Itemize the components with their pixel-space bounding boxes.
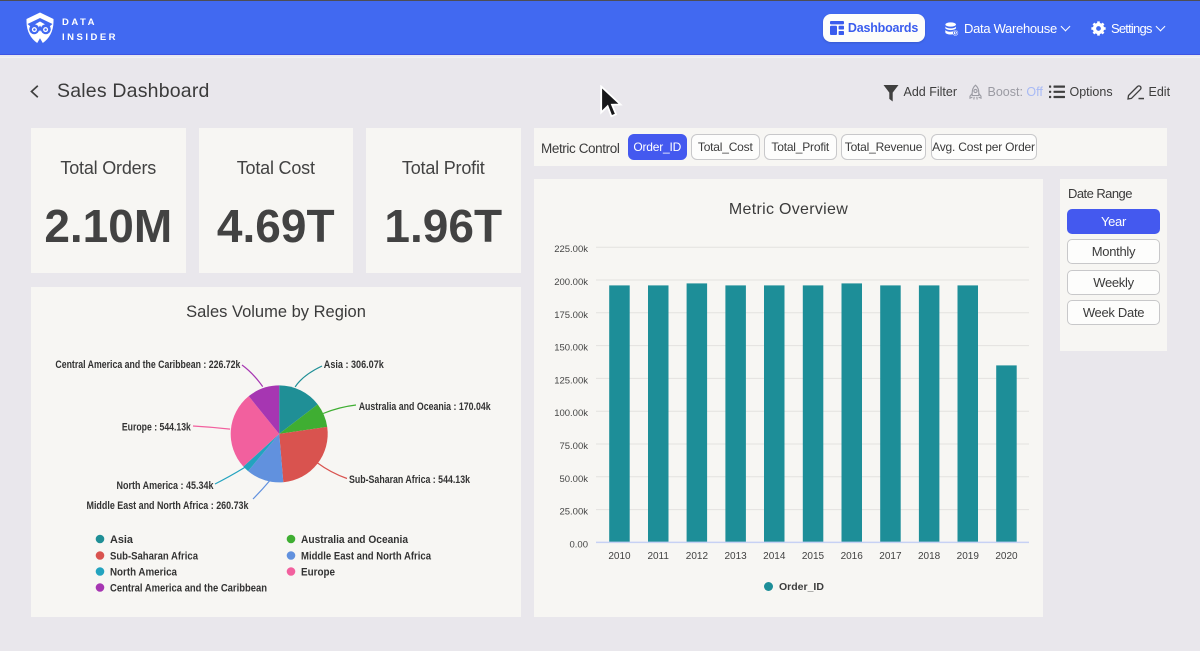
svg-text:2015: 2015 [802,551,825,562]
svg-text:North America: North America [110,567,178,579]
svg-text:175.00k: 175.00k [554,310,588,321]
svg-text:200.00k: 200.00k [554,277,588,288]
svg-text:2010: 2010 [608,551,631,562]
svg-text:Asia : 306.07k: Asia : 306.07k [324,359,385,371]
svg-text:150.00k: 150.00k [554,343,588,354]
svg-text:225.00k: 225.00k [554,244,588,255]
svg-text:North America : 45.34k: North America : 45.34k [117,480,215,492]
svg-text:50.00k: 50.00k [559,474,588,485]
svg-text:Asia: Asia [110,534,134,546]
svg-text:2016: 2016 [841,551,864,562]
svg-text:100.00k: 100.00k [554,408,588,419]
svg-text:2017: 2017 [879,551,902,562]
svg-text:75.00k: 75.00k [559,441,588,452]
svg-text:2012: 2012 [686,551,709,562]
svg-text:2013: 2013 [724,551,747,562]
svg-text:2020: 2020 [995,551,1018,562]
svg-text:Australia and Oceania: Australia and Oceania [301,534,409,546]
svg-text:25.00k: 25.00k [559,507,588,518]
svg-text:Sub-Saharan Africa: Sub-Saharan Africa [110,551,199,563]
svg-text:Europe : 544.13k: Europe : 544.13k [122,422,192,434]
svg-text:Europe: Europe [301,567,335,579]
svg-text:Central America and the Caribb: Central America and the Caribbean [110,583,267,595]
svg-text:2011: 2011 [647,551,669,562]
svg-text:Middle East and North Africa :: Middle East and North Africa : 260.73k [87,500,250,512]
svg-text:2018: 2018 [918,551,941,562]
svg-text:125.00k: 125.00k [554,375,588,386]
svg-text:Sub-Saharan Africa : 544.13k: Sub-Saharan Africa : 544.13k [349,474,471,486]
svg-text:2014: 2014 [763,551,786,562]
svg-text:Order_ID: Order_ID [779,581,824,593]
svg-text:Central America and the Caribb: Central America and the Caribbean : 226.… [55,359,241,371]
svg-text:2019: 2019 [957,551,980,562]
svg-text:Australia and Oceania : 170.04: Australia and Oceania : 170.04k [359,401,492,413]
svg-text:0.00: 0.00 [570,539,589,550]
svg-text:Middle East and North Africa: Middle East and North Africa [301,551,432,563]
